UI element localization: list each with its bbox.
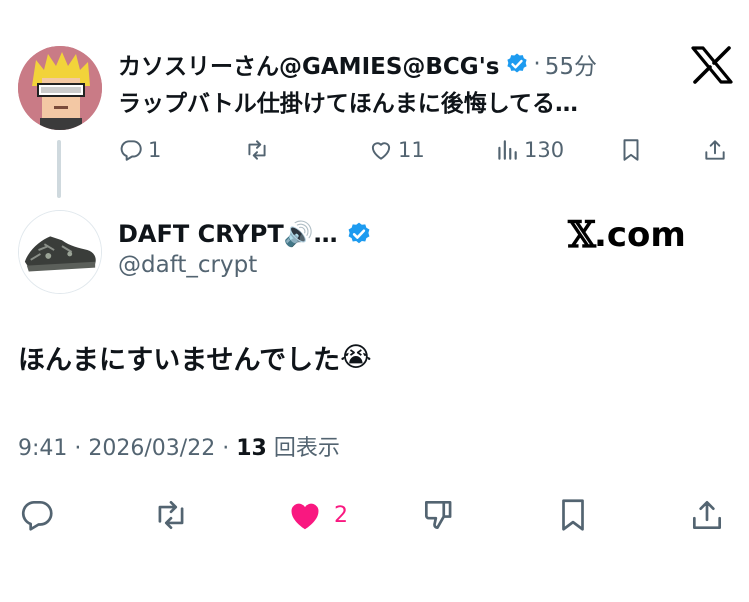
verified-badge-icon <box>348 222 370 244</box>
heart-filled-icon <box>291 503 319 530</box>
x-logo-icon <box>691 46 733 84</box>
main-display-name[interactable]: DAFT CRYPT🔊… <box>118 220 338 248</box>
retweet-icon <box>158 500 184 530</box>
parent-tweet-actions: 1 11 130 <box>118 132 733 168</box>
views-count: 13 <box>236 436 267 461</box>
share-button[interactable] <box>688 492 726 538</box>
share-button[interactable] <box>702 132 728 168</box>
bookmark-button[interactable] <box>554 492 592 538</box>
reply-button[interactable] <box>18 492 56 538</box>
time-separator: · <box>533 51 541 77</box>
retweet-icon <box>248 140 266 160</box>
reply-count: 1 <box>148 138 162 162</box>
parent-display-name[interactable]: カソスリーさん@GAMIES@BCG's <box>118 47 499 81</box>
tweet-time[interactable]: 9:41 <box>18 436 67 461</box>
analytics-icon <box>498 140 517 160</box>
pixel-avatar-icon <box>18 46 102 130</box>
parent-avatar[interactable] <box>18 46 102 130</box>
main-avatar[interactable] <box>18 210 102 294</box>
bookmark-button[interactable] <box>618 132 644 168</box>
meta-separator: · <box>222 436 230 461</box>
x-brand-suffix: .com <box>593 215 686 255</box>
share-icon <box>705 140 725 160</box>
bookmark-icon <box>623 139 639 161</box>
view-count: 130 <box>524 138 565 162</box>
parent-tweet-text[interactable]: ラップバトル仕掛けてほんまに後悔してる… <box>118 84 578 118</box>
like-button[interactable]: 11 <box>368 132 425 168</box>
parent-tweet-header: カソスリーさん@GAMIES@BCG's · 55分 <box>118 44 597 84</box>
bookmark-icon <box>562 499 584 531</box>
thread-connector-line <box>57 140 61 198</box>
meta-separator: · <box>74 436 82 461</box>
reply-icon <box>21 500 53 531</box>
reply-icon <box>120 140 142 161</box>
tweet-date[interactable]: 2026/03/22 <box>88 436 215 461</box>
x-com-brand: 𝕏 .com <box>568 214 686 256</box>
crying-emoji: 😭 <box>340 342 372 373</box>
main-handle[interactable]: @daft_crypt <box>118 252 257 278</box>
main-tweet-header: DAFT CRYPT🔊… <box>118 214 372 254</box>
like-button[interactable]: 2 <box>286 492 348 538</box>
share-icon <box>692 500 722 530</box>
main-tweet-text-body: ほんまにすいませんでした <box>18 345 341 376</box>
heart-icon <box>371 142 391 160</box>
like-count: 2 <box>334 502 348 528</box>
views-button[interactable]: 130 <box>494 132 564 168</box>
verified-badge-icon <box>507 53 528 73</box>
x-brand-mark: 𝕏 <box>568 214 596 256</box>
parent-tweet-time[interactable]: 55分 <box>545 47 597 81</box>
main-tweet-text[interactable]: ほんまにすいませんでした 😭 <box>18 338 372 377</box>
tweet-meta: 9:41 · 2026/03/22 · 13 回表示 <box>18 430 340 462</box>
reply-button[interactable]: 1 <box>118 132 161 168</box>
views-label: 回表示 <box>273 436 340 461</box>
retweet-button[interactable] <box>244 132 274 168</box>
thumbs-down-icon <box>424 500 452 530</box>
dislike-button[interactable] <box>420 492 458 538</box>
sneaker-avatar-icon <box>19 211 101 293</box>
retweet-button[interactable] <box>152 492 190 538</box>
like-count: 11 <box>398 138 425 162</box>
main-tweet-actions: 2 <box>18 492 733 538</box>
